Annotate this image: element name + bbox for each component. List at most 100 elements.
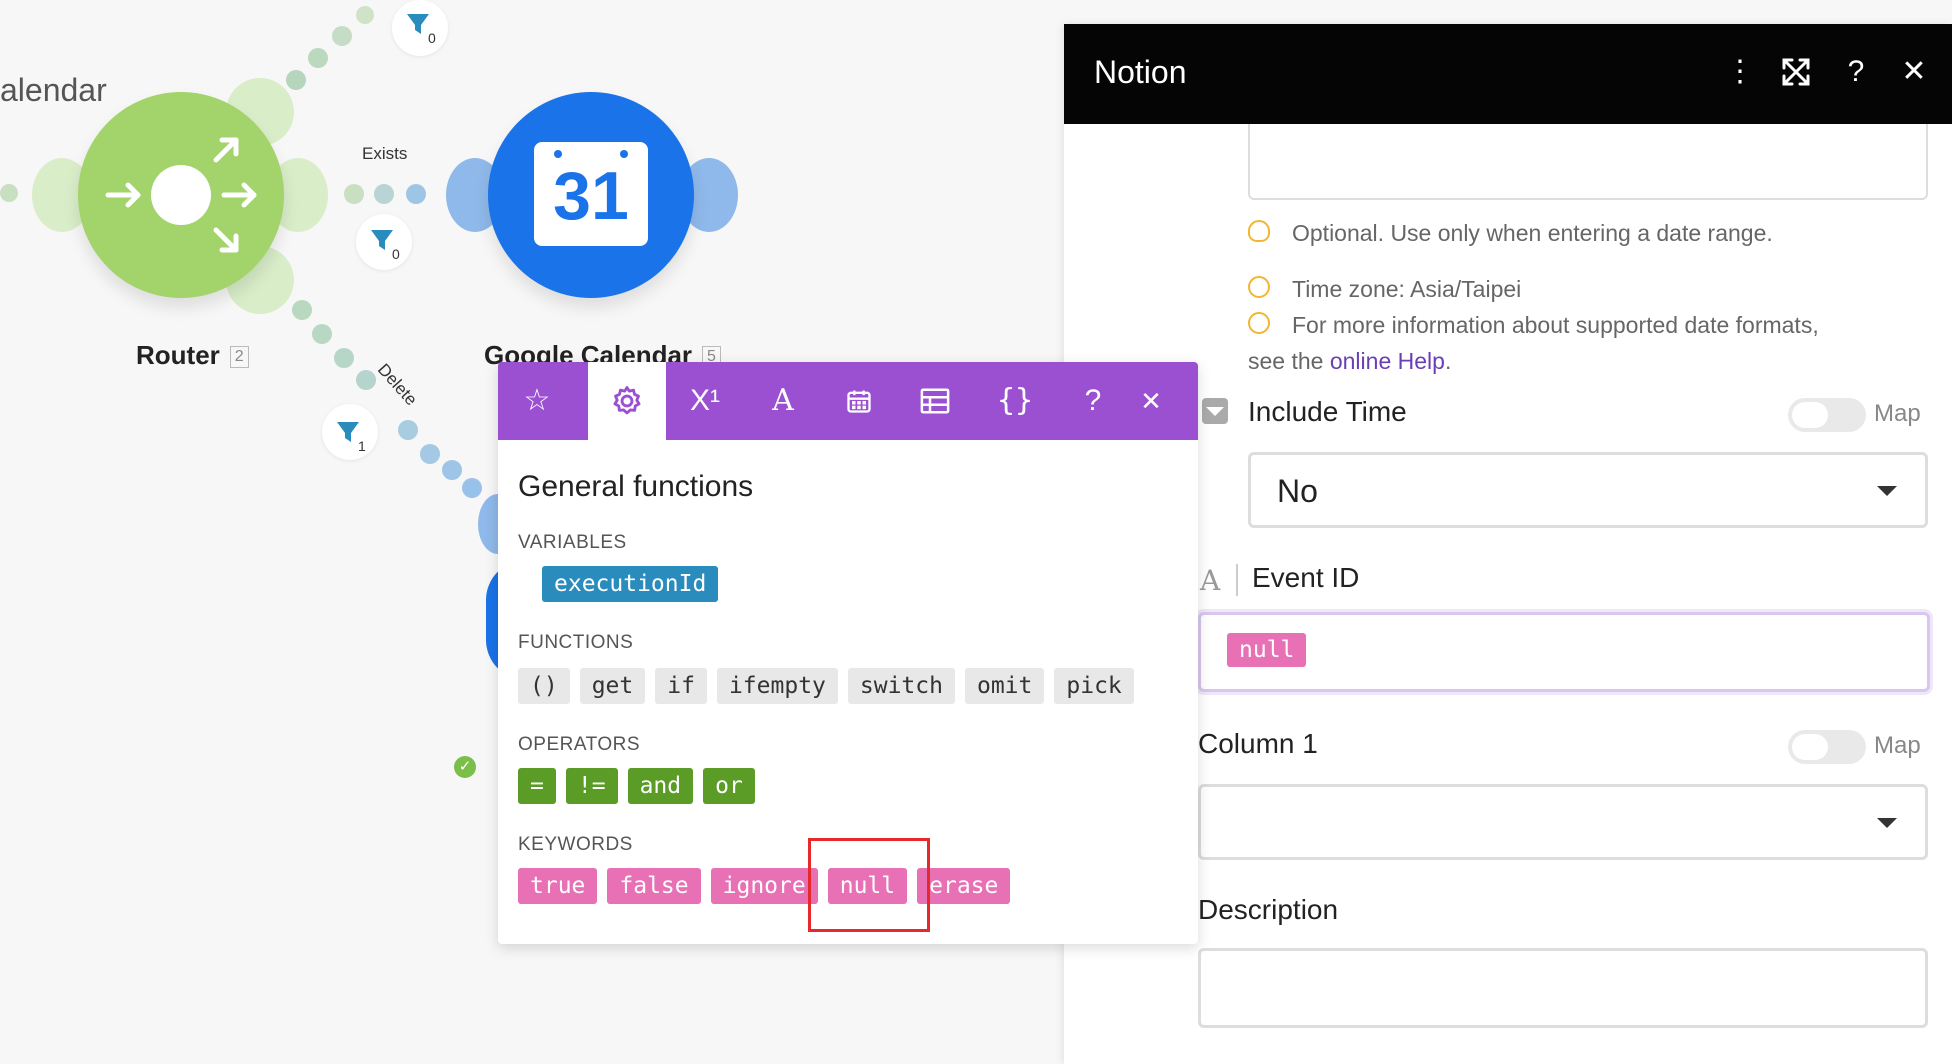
filter-delete[interactable]: 1 [322, 404, 378, 460]
help-icon: ? [1084, 384, 1102, 417]
connector-dot [442, 460, 462, 480]
function-chip[interactable]: () [518, 668, 570, 704]
maximize-icon[interactable] [1776, 52, 1816, 98]
connector-dot [398, 420, 418, 440]
operator-chip[interactable]: = [518, 768, 556, 804]
function-chip[interactable]: get [579, 668, 646, 704]
function-chip[interactable]: ifempty [716, 668, 838, 704]
operators-section-title: OPERATORS [518, 734, 641, 755]
functions-section-title: FUNCTIONS [518, 632, 634, 653]
filter-exists[interactable]: 0 [356, 214, 412, 270]
tab-custom-functions[interactable]: {} [976, 362, 1054, 440]
column1-select[interactable] [1198, 784, 1928, 860]
variables-section-title: VARIABLES [518, 532, 627, 553]
popup-close-button[interactable]: ✕ [1126, 362, 1176, 440]
chevron-down-icon [1877, 818, 1897, 828]
map-label: Map [1874, 732, 1921, 759]
connector-dot [334, 348, 354, 368]
popup-help-button[interactable]: ? [1068, 362, 1118, 440]
tab-favorites[interactable]: ☆ [498, 362, 576, 440]
connector-dot [308, 48, 328, 68]
operator-chip[interactable]: != [565, 768, 618, 804]
hint-optional: Optional. Use only when entering a date … [1292, 220, 1773, 246]
panel-header: Notion ⋮ ? ✕ [1064, 24, 1952, 124]
star-icon: ☆ [523, 384, 551, 417]
keyword-chip[interactable]: erase [917, 868, 1011, 904]
collapse-checkbox[interactable] [1202, 398, 1228, 424]
hint-formats-line2: see the online Help. [1248, 348, 1452, 374]
globe-icon [1248, 276, 1270, 298]
functions-list: () get if ifempty switch omit pick [518, 668, 1134, 704]
keyword-chip[interactable]: false [607, 868, 701, 904]
calendar-icon [847, 390, 871, 413]
function-chip[interactable]: if [655, 668, 707, 704]
keyword-chip[interactable]: ignore [710, 868, 818, 904]
tab-text-functions[interactable]: A [744, 362, 822, 440]
close-icon[interactable]: ✕ [1894, 52, 1934, 92]
help-icon[interactable]: ? [1836, 52, 1876, 92]
router-icon [105, 137, 257, 253]
end-date-input[interactable] [1248, 124, 1928, 200]
tab-math-functions[interactable]: X¹ [666, 362, 744, 440]
hint-formats: For more information about supported dat… [1292, 312, 1819, 338]
function-chip[interactable]: pick [1054, 668, 1134, 704]
tab-array-functions[interactable] [896, 362, 974, 440]
tab-general-functions[interactable] [588, 362, 666, 440]
table-icon [920, 388, 950, 414]
highlight-annotation-box [808, 838, 930, 932]
filter-icon [337, 422, 359, 442]
superscript-icon: X¹ [690, 384, 720, 417]
event-id-label: Event ID [1252, 562, 1360, 593]
event-id-input[interactable]: null [1198, 612, 1930, 692]
column1-label: Column 1 [1198, 728, 1318, 759]
description-input[interactable] [1198, 948, 1928, 1028]
function-chip[interactable]: omit [964, 668, 1045, 704]
connector-dot [406, 184, 426, 204]
column1-map-toggle[interactable] [1788, 730, 1866, 764]
function-chip[interactable]: switch [847, 668, 955, 704]
description-label: Description [1198, 894, 1339, 925]
connector-dot [286, 70, 306, 90]
more-options-icon[interactable]: ⋮ [1720, 52, 1760, 92]
include-time-select[interactable]: No [1248, 452, 1928, 528]
null-keyword-token[interactable]: null [1227, 633, 1307, 667]
connector-dot [0, 184, 18, 202]
panel-title: Notion [1094, 54, 1187, 90]
router-node[interactable] [78, 92, 284, 298]
connector-dot [462, 478, 482, 498]
filter-icon [371, 230, 393, 250]
connector-dot [374, 184, 394, 204]
lightbulb-icon [1248, 220, 1270, 242]
text-type-icon: A [1200, 564, 1221, 597]
router-label: Router 2 [136, 340, 249, 371]
connector-dot [312, 324, 332, 344]
variable-chip[interactable]: executionId [542, 566, 719, 602]
clock-icon [1248, 312, 1270, 334]
gcal-node[interactable]: 31 [488, 92, 694, 298]
success-check-icon: ✓ [454, 756, 476, 778]
route-label-exists: Exists [362, 144, 408, 163]
operator-chip[interactable]: or [703, 768, 755, 804]
operator-chip[interactable]: and [627, 768, 694, 804]
close-icon: ✕ [1140, 386, 1162, 416]
hint-timezone: Time zone: Asia/Taipei [1292, 276, 1522, 302]
connector-dot [344, 184, 364, 204]
gear-icon [613, 386, 641, 415]
keyword-chip[interactable]: true [518, 868, 598, 904]
connector-dot [332, 26, 352, 46]
include-time-label: Include Time [1248, 396, 1407, 427]
tab-date-functions[interactable] [820, 362, 898, 440]
filter-top[interactable]: 0 [392, 0, 448, 56]
keywords-section-title: KEYWORDS [518, 834, 633, 855]
include-time-map-toggle[interactable] [1788, 398, 1866, 432]
google-calendar-icon: 31 [534, 142, 648, 246]
braces-icon: {} [996, 383, 1034, 418]
connector-dot [292, 300, 312, 320]
chevron-down-icon [1877, 486, 1897, 496]
popup-title: General functions [518, 470, 754, 503]
online-help-link[interactable]: online Help [1330, 348, 1445, 374]
variables-list: executionId [542, 566, 719, 602]
operators-list: = != and or [518, 768, 755, 804]
keywords-list: true false ignore null erase [518, 868, 1011, 904]
connector-dot [356, 6, 374, 24]
